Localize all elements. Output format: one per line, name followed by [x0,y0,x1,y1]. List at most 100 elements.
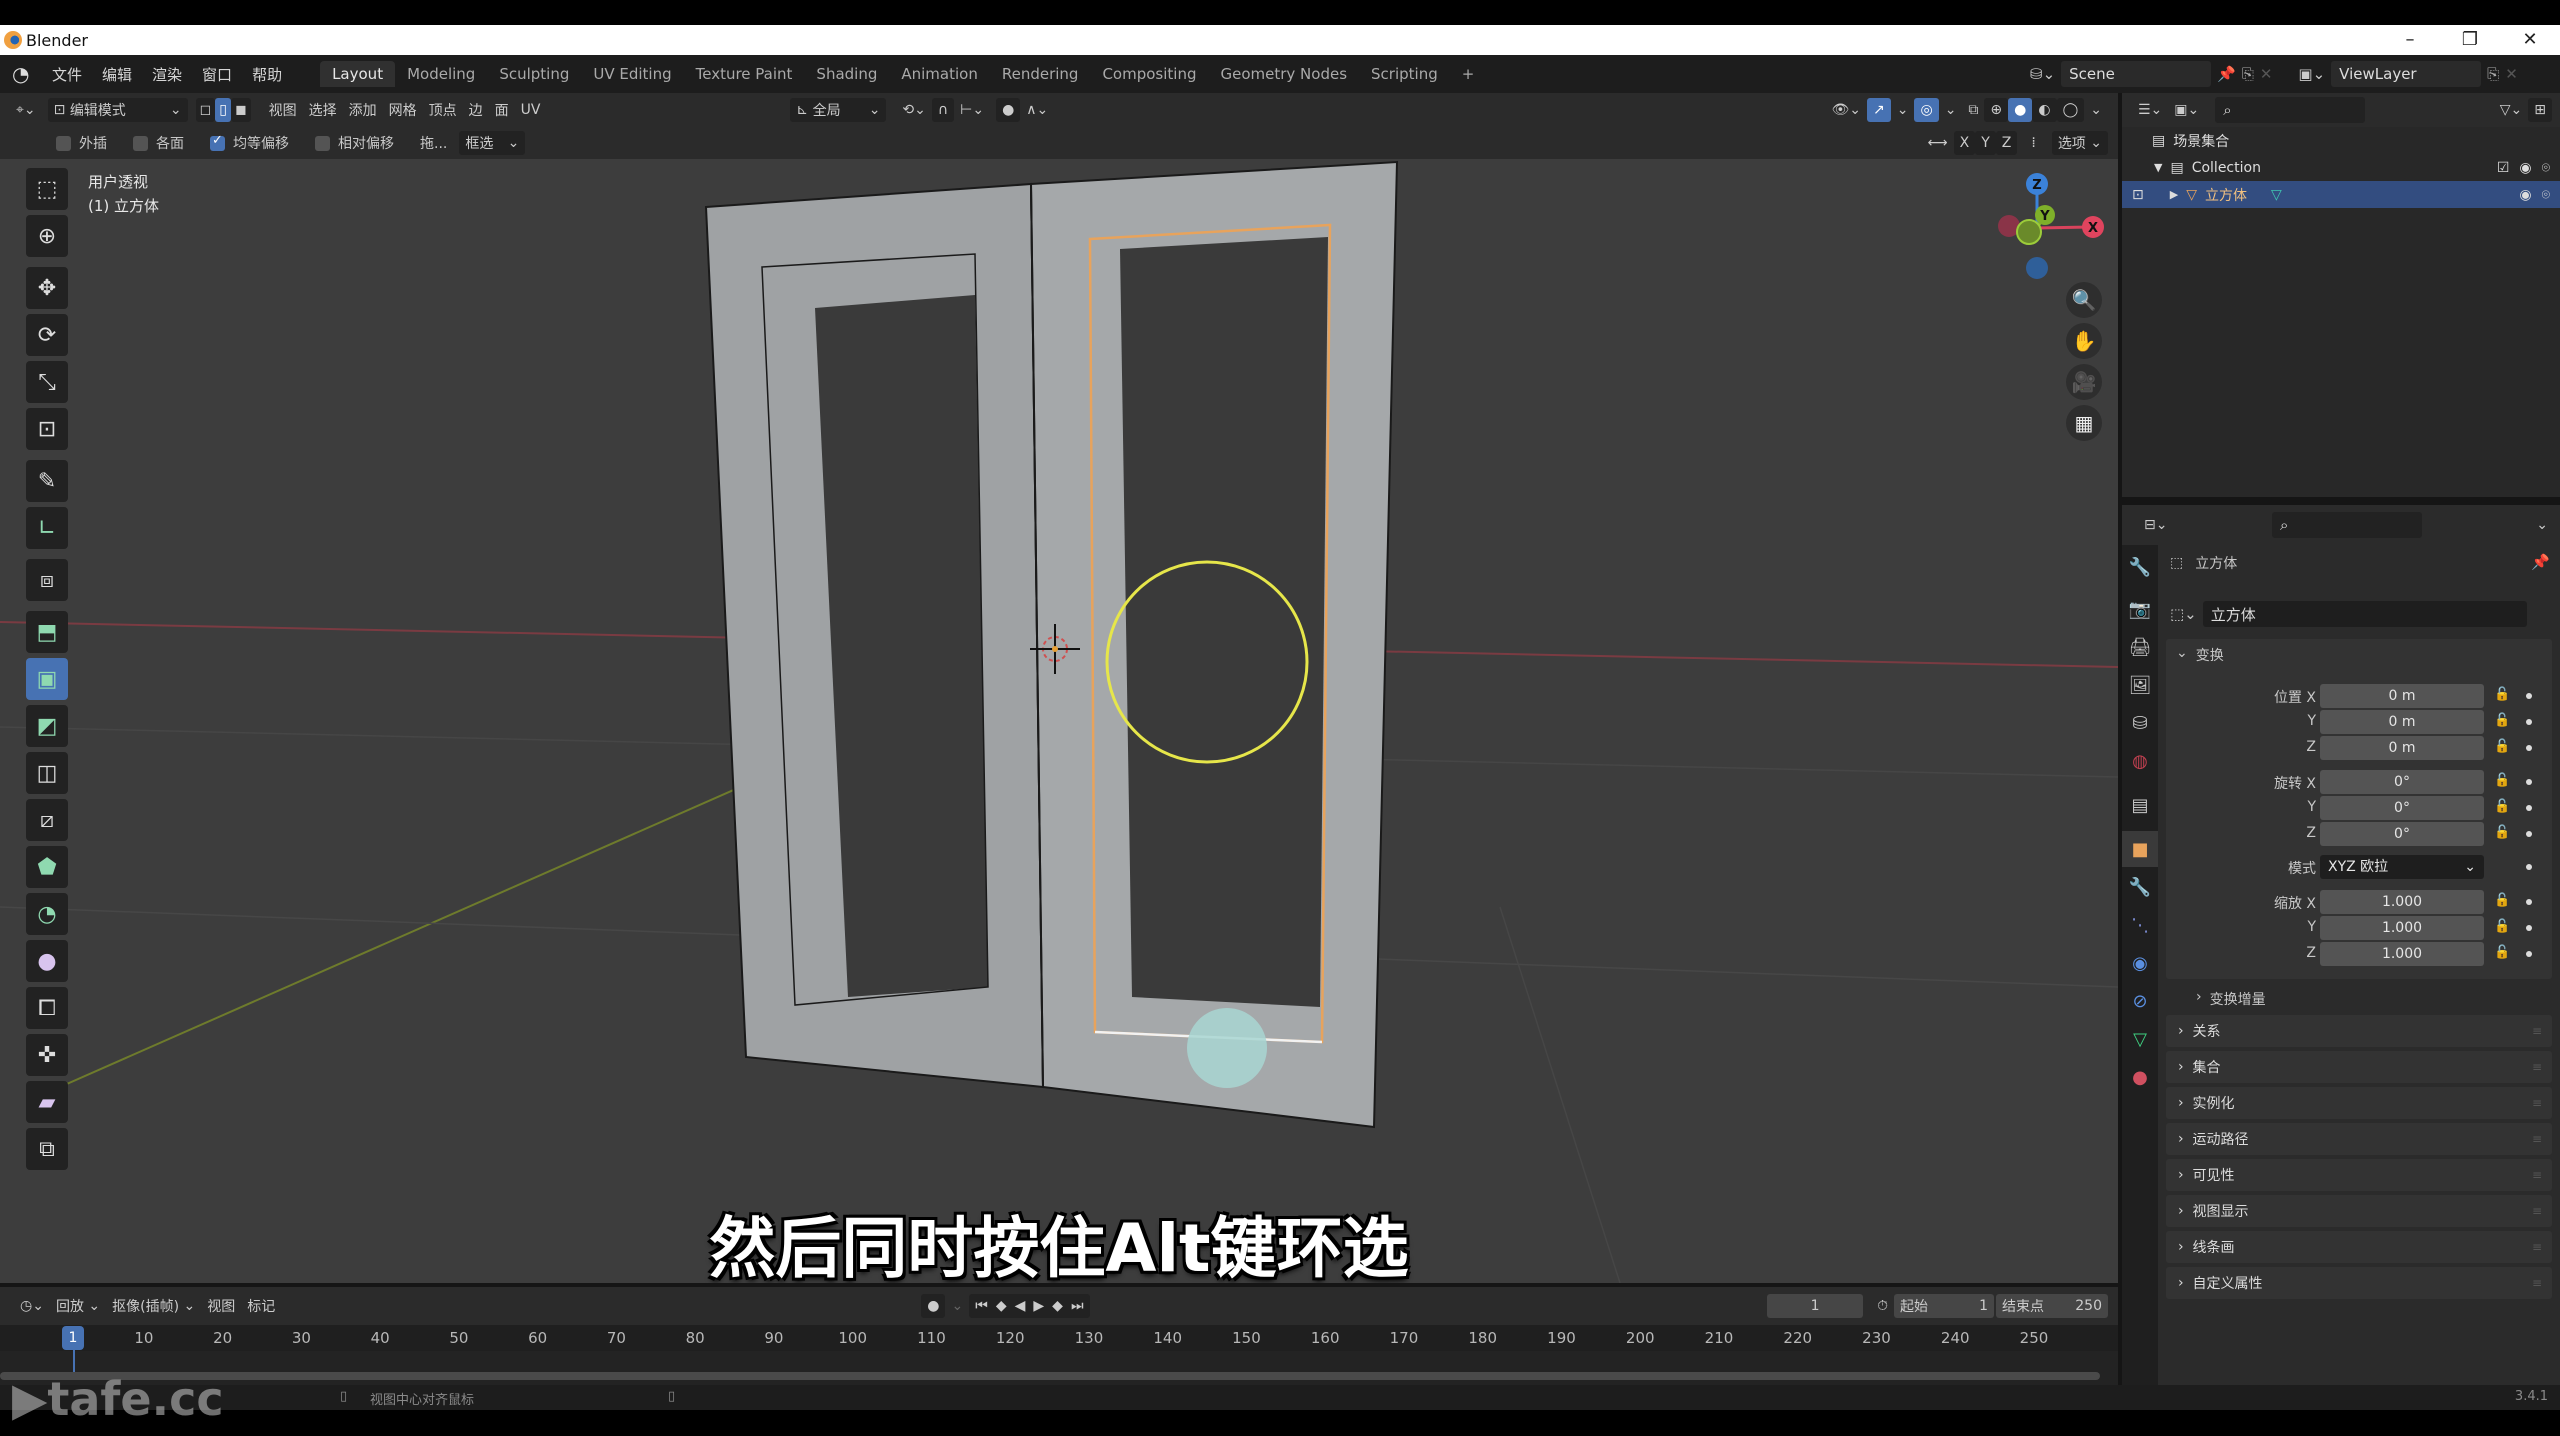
area-divider[interactable] [2118,497,2560,505]
keyframe-dot-icon[interactable] [2526,693,2532,699]
tab-scripting[interactable]: Scripting [1359,61,1450,87]
scale-tool[interactable]: ⤡ [26,361,68,403]
extrude-region-tool[interactable]: ⬒ [26,611,68,653]
annotate-tool[interactable]: ✎ [26,460,68,502]
properties-options-chevron-icon[interactable]: ⌄ [2530,513,2554,537]
mode-selector[interactable]: ⊡ 编辑模式 ⌄ [47,98,188,122]
overlays-toggle-icon[interactable]: ◎ [1914,98,1939,122]
timeline-editor-type-icon[interactable]: ◷⌄ [14,1294,50,1318]
properties-editor-type-icon[interactable]: ⊟⌄ [2138,513,2173,537]
render-camera-icon[interactable]: ⌾ [2542,160,2550,176]
measure-tool[interactable]: ∟ [26,507,68,549]
visibility-selector-icon[interactable]: 👁⌄ [1825,98,1867,122]
gizmo-toggle-icon[interactable]: ↗ [1867,98,1891,122]
keyframe-dot-icon[interactable] [2526,719,2532,725]
outliner-search-input[interactable]: ⌕ [2215,97,2366,123]
preview-range-icon[interactable]: ⏱ [1871,1294,1894,1318]
tab-particles[interactable]: ⋱ [2122,907,2158,943]
relative-offset-checkbox[interactable] [315,135,330,151]
option-individual[interactable]: 各面 [133,133,184,153]
pivot-point-icon[interactable]: ⟲⌄ [896,98,931,122]
menu-add[interactable]: 添加 [343,98,383,122]
section-motion-paths[interactable]: › 运动路径 ≡ [2166,1123,2552,1155]
snap-toggle-icon[interactable]: ∩ [931,98,955,122]
tab-render[interactable]: 📷 [2122,591,2158,627]
shrink-fatten-tool[interactable]: ✜ [26,1034,68,1076]
shading-menu-icon[interactable]: ⌄ [2084,98,2108,122]
current-frame-field[interactable]: 1 [1767,1294,1864,1318]
option-relative-offset[interactable]: 相对偏移 [315,133,394,153]
snap-target-icon[interactable]: ⊢⌄ [954,98,990,122]
neg-y-axis-icon[interactable] [2016,219,2042,245]
gizmo-menu-icon[interactable]: ⌄ [1891,98,1915,122]
object-name-field[interactable]: 立方体 [2202,601,2527,627]
view-layer-icon[interactable]: ▣⌄ [2298,65,2325,83]
editor-type-icon[interactable]: ⌖⌄ [10,98,42,122]
solid-shading-icon[interactable]: ● [2008,98,2033,122]
scale-z-field[interactable]: 1.000 [2320,942,2484,966]
filter-icon[interactable]: ▽⌄ [2494,98,2529,122]
expand-arrow-icon[interactable]: ▶ [2170,188,2178,201]
menu-vertex[interactable]: 顶点 [423,98,463,122]
drag-handle-icon[interactable]: ≡ [2532,1240,2542,1254]
auto-merge-icon[interactable]: ⁞ [2025,131,2041,155]
play-icon[interactable]: ▶ [1033,1298,1044,1314]
shear-tool[interactable]: ▰ [26,1081,68,1123]
tab-constraints[interactable]: ⊘ [2122,983,2158,1019]
tab-collection[interactable]: ▤ [2122,787,2158,823]
exclude-checkbox[interactable]: ☑ [2497,160,2510,176]
jump-end-icon[interactable]: ⏭ [1071,1298,1084,1314]
keyframe-dot-icon[interactable] [2526,745,2532,751]
filter-layer-icon[interactable]: ▣⌄ [2168,98,2205,122]
menu-uv[interactable]: UV [515,98,547,122]
mirror-z-button[interactable]: Z [1995,131,2018,155]
keying-menu[interactable]: 抠像(插帧) ⌄ [106,1294,201,1318]
individual-checkbox[interactable] [133,135,148,151]
outliner-collection[interactable]: ▼ ▤ Collection ☑ ◉ ⌾ [2122,154,2560,181]
keyframe-dot-icon[interactable] [2526,925,2532,931]
lock-icon[interactable]: 🔓 [2494,687,2510,702]
outliner-object-cube[interactable]: ⊡ ▶ ▽ 立方体 ▽ ◉ ⌾ [2122,181,2560,208]
delta-transform-subpanel[interactable]: › 变换增量 [2196,989,2266,1009]
option-even-offset[interactable]: 均等偏移 [210,133,289,153]
tab-compositing[interactable]: Compositing [1090,61,1208,87]
xray-toggle-icon[interactable]: ⧉ [1962,98,1984,122]
menu-face[interactable]: 面 [489,98,515,122]
add-workspace-button[interactable]: + [1450,61,1487,87]
drag-handle-icon[interactable]: ≡ [2532,1132,2542,1146]
knife-tool[interactable]: ⧄ [26,799,68,841]
lock-icon[interactable]: 🔓 [2494,919,2510,934]
next-keyframe-icon[interactable]: ◆ [1052,1298,1063,1314]
bevel-tool[interactable]: ◩ [26,705,68,747]
menu-render[interactable]: 渲染 [142,64,192,85]
navigation-gizmo[interactable]: Y Z X [1985,170,2115,290]
scale-x-field[interactable]: 1.000 [2320,890,2484,914]
lock-icon[interactable]: 🔓 [2494,739,2510,754]
pin-icon[interactable]: 📌 [2217,65,2236,83]
tab-tool[interactable]: 🔧 [2122,549,2158,585]
pin-icon[interactable]: 📌 [2531,553,2550,571]
keyframe-dot-icon[interactable] [2526,864,2532,870]
tab-object[interactable]: ■ [2122,831,2158,867]
location-z-field[interactable]: 0 m [2320,736,2484,760]
keying-set-chevron-icon[interactable]: ⌄ [945,1294,969,1318]
tab-layout[interactable]: Layout [320,61,396,87]
display-mode-icon[interactable]: ☰⌄ [2132,98,2168,122]
rip-region-tool[interactable]: ⧉ [26,1128,68,1170]
select-box-tool[interactable]: ⬚ [26,168,68,210]
transform-panel-header[interactable]: ⌄ 变换 [2176,645,2224,665]
ortho-toggle-button[interactable]: ▦ [2066,405,2102,441]
tab-geometry-nodes[interactable]: Geometry Nodes [1208,61,1359,87]
keyframe-dot-icon[interactable] [2526,805,2532,811]
expand-arrow-icon[interactable]: ▼ [2154,161,2162,174]
section-viewport-display[interactable]: › 视图显示 ≡ [2166,1195,2552,1227]
select-mode-dropdown[interactable]: 框选 ⌄ [459,131,526,155]
section-instancing[interactable]: › 实例化 ≡ [2166,1087,2552,1119]
location-x-field[interactable]: 0 m [2320,684,2484,708]
tab-material[interactable]: ● [2122,1059,2158,1095]
section-line-art[interactable]: › 线条画 ≡ [2166,1231,2552,1263]
neg-z-axis-icon[interactable] [2026,257,2048,279]
mirror-icon[interactable]: ⟷ [1922,131,1954,155]
vertex-select-mode-button[interactable]: ◻ [195,98,216,122]
timeline-scrollbar[interactable] [0,1372,2100,1380]
